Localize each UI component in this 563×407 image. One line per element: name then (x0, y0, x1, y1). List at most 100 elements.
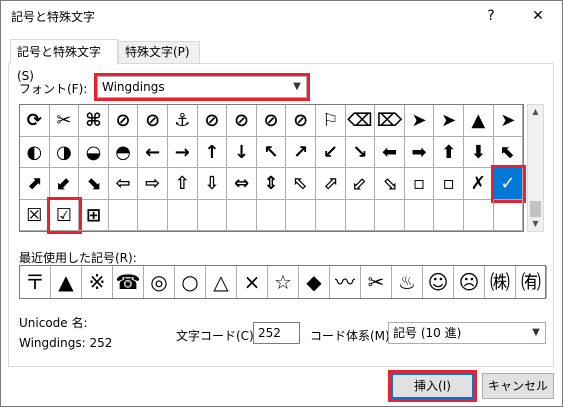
symbol-cell[interactable]: ⇨ (138, 168, 168, 200)
symbol-cell[interactable] (493, 199, 524, 231)
scrollbar-thumb[interactable] (530, 201, 541, 217)
symbol-cell[interactable]: ↙ (316, 136, 346, 168)
help-button[interactable]: ? (481, 6, 501, 26)
symbol-cell[interactable]: ↗ (286, 136, 316, 168)
symbol-cell[interactable] (227, 199, 257, 231)
symbol-cell[interactable] (464, 199, 494, 231)
symbol-cell[interactable]: ⬇ (464, 136, 494, 168)
tab-symbols[interactable]: 記号と特殊文字(S) (10, 39, 118, 83)
symbol-grid-scrollbar[interactable]: ▲ ▼ (527, 104, 544, 232)
symbol-cell[interactable]: ⊘ (138, 105, 168, 137)
symbol-cell[interactable]: ⌘ (79, 105, 109, 137)
symbol-cell[interactable]: ⊘ (286, 105, 316, 137)
symbol-cell[interactable]: ← (138, 136, 168, 168)
chevron-up-icon[interactable]: ▲ (528, 105, 543, 119)
symbol-cell[interactable]: ⊘ (256, 105, 287, 137)
recent-symbol[interactable]: ㈱ (485, 266, 516, 298)
symbol-cell[interactable] (345, 199, 376, 231)
symbol-cell[interactable]: ⬃ (345, 168, 376, 200)
symbol-cell[interactable] (256, 199, 287, 231)
symbol-cell[interactable]: ↓ (227, 136, 257, 168)
symbol-cell[interactable]: ✗ (464, 168, 494, 200)
recent-symbol[interactable]: △ (206, 266, 237, 298)
symbol-cell[interactable]: ✂ (49, 105, 80, 137)
symbol-cell[interactable]: ⇔ (227, 168, 257, 200)
symbol-cell[interactable]: ☒ (20, 199, 50, 231)
recent-symbol[interactable]: ♨ (392, 266, 423, 298)
symbol-cell[interactable]: ⬆ (434, 136, 464, 168)
char-code-input[interactable]: 252 (253, 322, 300, 344)
recent-symbol[interactable]: ✂ (361, 266, 392, 298)
symbol-cell[interactable]: ➤ (493, 105, 524, 137)
cancel-button[interactable]: キャンセル (482, 373, 554, 399)
symbol-cell[interactable]: ➤ (404, 105, 435, 137)
recent-symbol[interactable]: ㈲ (516, 266, 547, 298)
symbol-cell[interactable]: ⬁ (286, 168, 316, 200)
recent-symbol[interactable]: ☎ (113, 266, 144, 298)
symbol-cell[interactable]: ☑ (46, 196, 83, 234)
symbol-cell[interactable]: ◒ (79, 136, 109, 168)
symbol-cell[interactable] (316, 199, 346, 231)
symbol-cell[interactable] (108, 199, 139, 231)
symbol-cell[interactable]: ▫ (434, 168, 464, 200)
symbol-cell[interactable]: ⇕ (256, 168, 287, 200)
font-select[interactable]: Wingdings ▼ (94, 73, 310, 101)
symbol-cell[interactable]: ↖ (256, 136, 287, 168)
recent-symbol[interactable]: ※ (82, 266, 113, 298)
symbol-cell[interactable] (138, 199, 168, 231)
symbol-cell[interactable]: ⟳ (20, 105, 50, 137)
symbol-cell[interactable]: ⬀ (316, 168, 346, 200)
recent-symbol[interactable]: ☆ (268, 266, 299, 298)
recent-symbol[interactable]: ☹ (454, 266, 485, 298)
symbol-cell[interactable]: ◓ (108, 136, 139, 168)
symbol-cell[interactable]: ⇧ (168, 168, 198, 200)
symbol-cell[interactable]: ⊘ (197, 105, 228, 137)
symbol-cell[interactable]: ◐ (20, 136, 50, 168)
chevron-down-icon[interactable]: ▼ (528, 217, 543, 231)
recent-symbol[interactable]: 〒 (20, 266, 51, 298)
symbol-cell[interactable] (375, 199, 405, 231)
symbol-cell[interactable]: ⌫ (345, 105, 376, 137)
symbol-cell[interactable]: ⚐ (316, 105, 346, 137)
insert-button[interactable]: 挿入(I) (388, 370, 477, 402)
recent-symbol[interactable]: ☺ (423, 266, 454, 298)
symbol-cell[interactable]: ⊘ (227, 105, 257, 137)
symbol-cell[interactable] (404, 199, 435, 231)
symbol-cell[interactable]: ↘ (345, 136, 376, 168)
symbol-cell[interactable]: ⬊ (79, 168, 109, 200)
symbol-cell[interactable]: ▫ (404, 168, 435, 200)
symbol-cell[interactable] (434, 199, 464, 231)
recent-symbol[interactable]: ▲ (51, 266, 82, 298)
symbol-cell[interactable]: ➡ (404, 136, 435, 168)
symbol-cell[interactable]: ⬅ (375, 136, 405, 168)
symbol-cell[interactable]: ➤ (434, 105, 464, 137)
symbol-cell[interactable]: → (168, 136, 198, 168)
symbol-cell[interactable] (197, 199, 228, 231)
symbol-cell[interactable] (168, 199, 198, 231)
recent-symbol[interactable]: 〰 (330, 266, 361, 298)
symbol-cell[interactable]: ⌦ (375, 105, 405, 137)
symbol-cell[interactable]: ⬋ (49, 168, 80, 200)
symbol-cell[interactable]: ⬈ (20, 168, 50, 200)
symbol-cell[interactable]: ⬉ (493, 136, 524, 168)
font-select-value: Wingdings (102, 80, 165, 94)
symbol-cell[interactable]: ↑ (197, 136, 228, 168)
symbol-cell[interactable]: ◑ (49, 136, 80, 168)
symbol-cell[interactable]: ⚓ (168, 105, 198, 137)
symbol-cell[interactable] (286, 199, 316, 231)
symbol-cell[interactable]: ✓ (490, 165, 527, 203)
recent-symbol[interactable]: × (237, 266, 268, 298)
symbol-cell[interactable]: ⇩ (197, 168, 228, 200)
symbol-cell[interactable]: ⊘ (108, 105, 139, 137)
code-system-label: コード体系(M): (310, 329, 394, 343)
symbol-cell[interactable]: ⬂ (375, 168, 405, 200)
recent-symbol[interactable]: ◎ (144, 266, 175, 298)
symbol-cell[interactable]: ⊞ (79, 199, 109, 231)
symbol-cell[interactable]: ▲ (464, 105, 494, 137)
tab-special-characters[interactable]: 特殊文字(P) (118, 41, 200, 63)
symbol-cell[interactable]: ⇦ (108, 168, 139, 200)
close-button[interactable]: ✕ (525, 6, 551, 26)
recent-symbol[interactable]: ◆ (299, 266, 330, 298)
recent-symbol[interactable]: ○ (175, 266, 206, 298)
code-system-select[interactable]: 記号 (10 進) ▼ (388, 322, 546, 344)
